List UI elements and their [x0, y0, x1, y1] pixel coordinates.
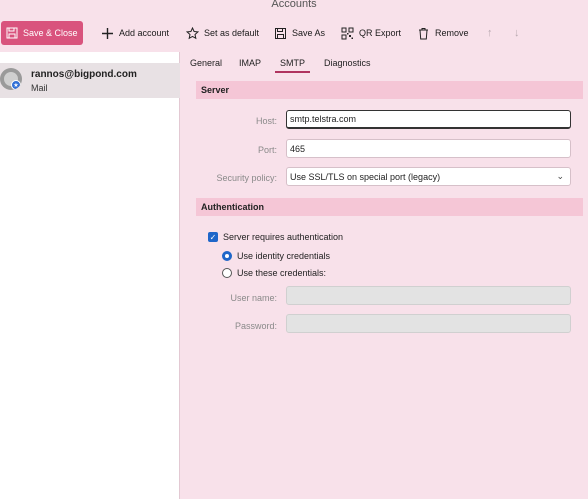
window-title: Accounts [271, 0, 317, 10]
port-label: Port: [257, 145, 277, 155]
save-close-button[interactable]: Save & Close [1, 21, 83, 45]
qr-export-button[interactable]: QR Export [337, 22, 405, 44]
default-star-icon: ★ [11, 80, 21, 90]
tab-bar: General IMAP SMTP Diagnostics [181, 52, 588, 73]
account-email: rannos@bigpond.com [31, 69, 137, 80]
avatar: ★ [0, 68, 22, 90]
security-policy-label: Security policy: [216, 173, 277, 183]
save-as-button[interactable]: Save As [270, 22, 329, 44]
username-input[interactable] [286, 286, 571, 305]
port-input[interactable]: 465 [286, 139, 571, 158]
account-list: ★ rannos@bigpond.com Mail [0, 52, 180, 499]
authentication-section-header: Authentication [196, 198, 583, 216]
account-type: Mail [31, 83, 48, 93]
checkmark-icon: ✓ [208, 232, 218, 242]
account-settings: General IMAP SMTP Diagnostics Server Hos… [181, 52, 588, 499]
username-label: User name: [230, 293, 277, 303]
qr-export-label: QR Export [359, 28, 402, 38]
move-up-icon[interactable]: ↑ [487, 27, 493, 39]
trash-icon [419, 27, 428, 39]
host-input[interactable]: smtp.telstra.com [286, 110, 571, 129]
chevron-down-icon: ⌄ [556, 171, 564, 181]
security-policy-value: Use SSL/TLS on special port (legacy) [290, 171, 441, 182]
tab-general[interactable]: General [190, 58, 222, 68]
requires-auth-checkbox[interactable]: ✓ Server requires authentication [208, 232, 343, 242]
use-these-radio[interactable]: Use these credentials: [222, 268, 326, 278]
qr-code-icon [341, 27, 354, 39]
host-label: Host: [255, 116, 277, 126]
radio-unselected-icon [222, 268, 232, 278]
remove-button[interactable]: Remove [413, 22, 473, 44]
password-input[interactable] [286, 314, 571, 333]
add-account-button[interactable]: Add account [97, 22, 173, 44]
save-as-label: Save As [292, 28, 326, 38]
toolbar: Save & Close Add account Set as default … [0, 14, 588, 52]
list-item[interactable]: ★ rannos@bigpond.com Mail [0, 63, 180, 98]
radio-selected-icon [222, 251, 232, 261]
add-account-label: Add account [119, 28, 170, 38]
set-default-button[interactable]: Set as default [182, 22, 263, 44]
move-down-icon[interactable]: ↓ [514, 27, 520, 39]
password-label: Password: [234, 321, 277, 331]
remove-label: Remove [435, 28, 469, 38]
security-policy-select[interactable]: Use SSL/TLS on special port (legacy) ⌄ [286, 167, 571, 186]
tab-imap[interactable]: IMAP [239, 58, 261, 68]
use-identity-radio[interactable]: Use identity credentials [222, 251, 330, 261]
save-close-label: Save & Close [23, 28, 78, 38]
use-these-label: Use these credentials: [237, 268, 327, 278]
set-default-label: Set as default [204, 28, 260, 38]
title-bar: Accounts [0, 0, 588, 14]
tab-smtp[interactable]: SMTP [274, 58, 311, 73]
requires-auth-label: Server requires authentication [223, 232, 344, 242]
tab-diagnostics[interactable]: Diagnostics [324, 58, 371, 68]
server-section-header: Server [196, 81, 583, 99]
save-icon [6, 27, 18, 39]
star-icon [186, 26, 199, 39]
save-as-icon [275, 27, 286, 39]
use-identity-label: Use identity credentials [237, 251, 331, 261]
plus-icon [102, 27, 113, 39]
